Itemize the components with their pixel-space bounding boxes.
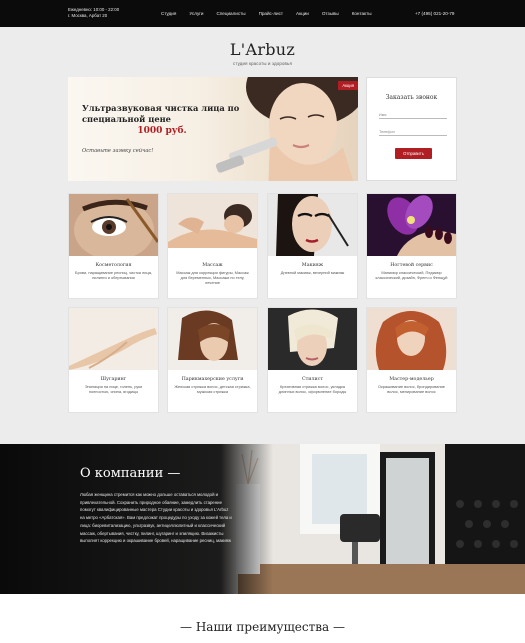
service-card-makeup[interactable]: Макияж Дневной макияж, вечерний макияж — [267, 193, 358, 299]
promo-banner[interactable]: Ультразвуковая чистка лица по специально… — [68, 77, 358, 181]
service-desc: Массаж для коррекции фигуры, Массаж для … — [176, 270, 249, 285]
service-desc: Женская стрижка волос, детская стрижка, … — [174, 384, 251, 394]
service-photo-nails — [367, 194, 456, 256]
about-section: О компании — Любая женщина стремится как… — [0, 444, 525, 594]
about-title: О компании — — [80, 466, 181, 481]
contact-info: Ежедневно: 10:00 - 22:00 г. Москва, Арба… — [68, 7, 119, 19]
main-nav: Студия Услуги Специалисты Прайс-лист Акц… — [161, 11, 385, 16]
service-title: Макияж — [301, 263, 324, 268]
phone-field[interactable]: Телефон — [379, 130, 447, 136]
nav-item-reviews[interactable]: Отзывы — [322, 11, 339, 16]
service-card-massage[interactable]: Массаж Массаж для коррекции фигуры, Масс… — [167, 193, 258, 299]
service-desc: Брови, наращивание ресниц, чистка лица, … — [75, 270, 152, 280]
service-card-nails[interactable]: Ногтевой сервис Маникюр классический, Пе… — [366, 193, 457, 299]
service-title: Стилист — [301, 377, 324, 382]
phone-number[interactable]: +7 (495) 021-20-79 — [415, 11, 454, 16]
service-card-hair-colorist[interactable]: Мастер-модельер Окрашивание волос, бронд… — [366, 307, 457, 413]
logo-tagline: студия красоты и здоровья — [233, 61, 292, 66]
callback-form: Заказать звонок Имя Телефон Отправить — [366, 77, 457, 181]
service-card-sugaring[interactable]: Шугаринг Эпиляция на лице, голень, руки … — [68, 307, 159, 413]
service-title: Парикмахерские услуги — [181, 377, 244, 382]
promo-slogan: Оставьте заявку сейчас! — [82, 148, 154, 154]
promo-price: 1000 руб. — [137, 126, 187, 136]
service-photo-hair-colorist — [367, 308, 456, 370]
service-desc: Дневной макияж, вечерний макияж — [280, 270, 345, 275]
service-photo-massage — [168, 194, 257, 256]
advantages-section: — Наши преимущества — — [0, 594, 525, 643]
service-photo-cosmetology — [69, 194, 158, 256]
nav-item-studio[interactable]: Студия — [161, 11, 176, 16]
service-title: Мастер-модельер — [389, 377, 434, 382]
service-card-hairdresser[interactable]: Парикмахерские услуги Женская стрижка во… — [167, 307, 258, 413]
service-card-cosmetology[interactable]: Косметология Брови, наращивание ресниц, … — [68, 193, 159, 299]
service-photo-makeup — [268, 194, 357, 256]
service-title: Массаж — [202, 263, 223, 268]
promo-badge: Акция — [338, 81, 358, 90]
service-title: Косметология — [95, 263, 132, 268]
nav-item-promotions[interactable]: Акции — [296, 11, 309, 16]
service-card-stylist[interactable]: Стилист Креативная стрижка волос, укладк… — [267, 307, 358, 413]
top-bar: Ежедневно: 10:00 - 22:00 г. Москва, Арба… — [0, 0, 525, 27]
service-desc: Креативная стрижка волос, укладка длинны… — [278, 384, 347, 394]
service-photo-sugaring — [69, 308, 158, 370]
advantages-title: — Наши преимущества — — [180, 620, 345, 634]
service-photo-hairdresser — [168, 308, 257, 370]
service-title: Шугаринг — [100, 377, 127, 382]
nav-item-specialists[interactable]: Специалисты — [217, 11, 246, 16]
service-title: Ногтевой сервис — [390, 263, 433, 268]
service-desc: Окрашивание волос, брондирование волос, … — [378, 384, 445, 394]
logo[interactable]: L'Arbuz студия красоты и здоровья — [0, 40, 525, 66]
service-photo-stylist — [268, 308, 357, 370]
nav-item-services[interactable]: Услуги — [189, 11, 203, 16]
callback-form-title: Заказать звонок — [385, 94, 438, 101]
submit-button[interactable]: Отправить — [395, 148, 432, 159]
nav-item-contacts[interactable]: Контакты — [352, 11, 372, 16]
promo-title: Ультразвуковая чистка лица по специально… — [82, 103, 240, 124]
address-text: г. Москва, Арбат 20 — [68, 13, 108, 18]
name-field[interactable]: Имя — [379, 113, 447, 119]
service-desc: Маникюр классический, Педикюр классическ… — [375, 270, 448, 280]
nav-item-prices[interactable]: Прайс-лист — [259, 11, 283, 16]
about-background-photo — [0, 444, 525, 594]
about-text: Любая женщина стремится как можно дольше… — [80, 492, 232, 544]
logo-name: L'Arbuz — [229, 40, 296, 59]
service-desc: Эпиляция на лице, голень, руки полностью… — [84, 384, 143, 394]
